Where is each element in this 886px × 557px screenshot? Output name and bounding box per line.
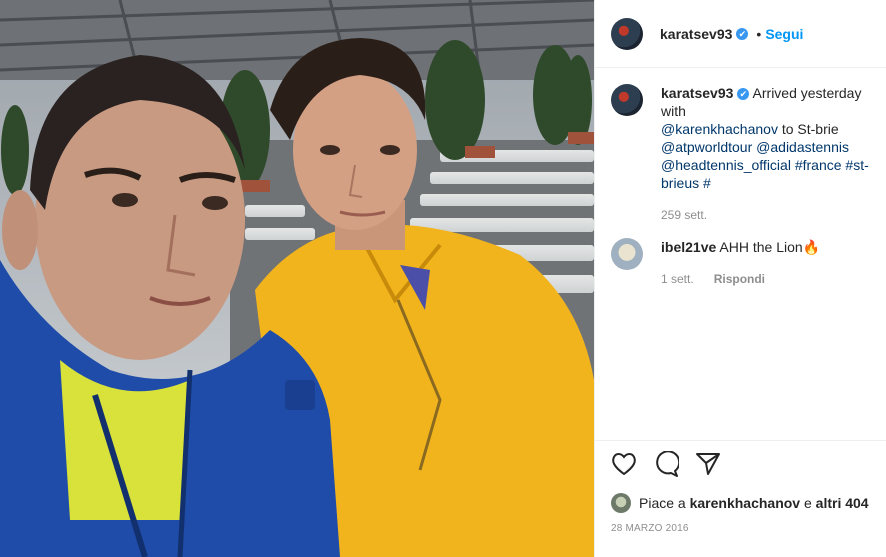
caption-body: karatsev93 ✔ Arrived yesterday with @kare… xyxy=(661,84,870,224)
mention-link[interactable]: @karenkhachanov xyxy=(661,121,778,137)
verified-badge-icon: ✔ xyxy=(737,88,750,101)
caption-username[interactable]: karatsev93 xyxy=(661,85,733,101)
mention-link[interactable]: @adidastennis xyxy=(756,139,849,155)
comment-body: ibel21ve AHH the Lion🔥 1 sett. Rispondi xyxy=(661,238,820,288)
action-icons xyxy=(611,449,871,482)
commenter-avatar[interactable] xyxy=(611,238,643,270)
post-photo[interactable] xyxy=(0,0,594,557)
caption-text-mid: to St-brie xyxy=(777,121,839,137)
comment-time[interactable]: 1 sett. xyxy=(661,272,694,286)
post-header: karatsev93 ✔ • Segui xyxy=(595,0,886,68)
post-sidebar: karatsev93 ✔ • Segui karatsev93 ✔ Arrived… xyxy=(594,0,886,557)
share-icon[interactable] xyxy=(695,452,721,481)
caption: karatsev93 ✔ Arrived yesterday with @kare… xyxy=(611,84,870,224)
liker-username[interactable]: karenkhachanov xyxy=(690,495,801,511)
likes-conj: e xyxy=(803,495,812,511)
comment-meta: 1 sett. Rispondi xyxy=(661,270,820,288)
fire-emoji-icon: 🔥 xyxy=(802,239,821,255)
likes-summary: Piace a karenkhachanov e altri 404 xyxy=(611,493,871,513)
selfie-photo xyxy=(0,0,594,557)
likes-others[interactable]: altri 404 xyxy=(816,495,869,511)
heart-icon[interactable] xyxy=(611,452,637,481)
author-avatar[interactable] xyxy=(611,17,643,50)
verified-badge-icon: ✔ xyxy=(736,27,749,40)
comment-text: AHH the Lion xyxy=(719,239,803,255)
instagram-post: karatsev93 ✔ • Segui karatsev93 ✔ Arrived… xyxy=(0,0,886,557)
mention-link[interactable]: @headtennis_official xyxy=(661,157,791,173)
caption-time[interactable]: 259 sett. xyxy=(661,208,707,222)
post-actions: Piace a karenkhachanov e altri 404 28 MA… xyxy=(595,440,886,534)
mention-link[interactable]: @atpworldtour xyxy=(661,139,752,155)
likes-prefix: Piace a xyxy=(639,495,686,511)
caption-meta: 259 sett. xyxy=(661,206,870,224)
comment: ibel21ve AHH the Lion🔥 1 sett. Rispondi xyxy=(611,238,870,288)
reply-button[interactable]: Rispondi xyxy=(714,272,765,286)
caption-avatar[interactable] xyxy=(611,84,643,116)
comment-username[interactable]: ibel21ve xyxy=(661,239,716,255)
follow-button[interactable]: Segui xyxy=(765,26,803,42)
post-date[interactable]: 28 MARZO 2016 xyxy=(611,523,871,534)
author-username[interactable]: karatsev93 xyxy=(660,26,732,42)
comments-list: karatsev93 ✔ Arrived yesterday with @kare… xyxy=(595,68,886,288)
hashtag-link[interactable]: #france xyxy=(795,157,842,173)
comment-icon[interactable] xyxy=(653,449,681,482)
separator-dot: • xyxy=(756,25,762,42)
hashtag-link[interactable]: # xyxy=(703,175,711,191)
liker-avatar[interactable] xyxy=(611,493,631,513)
